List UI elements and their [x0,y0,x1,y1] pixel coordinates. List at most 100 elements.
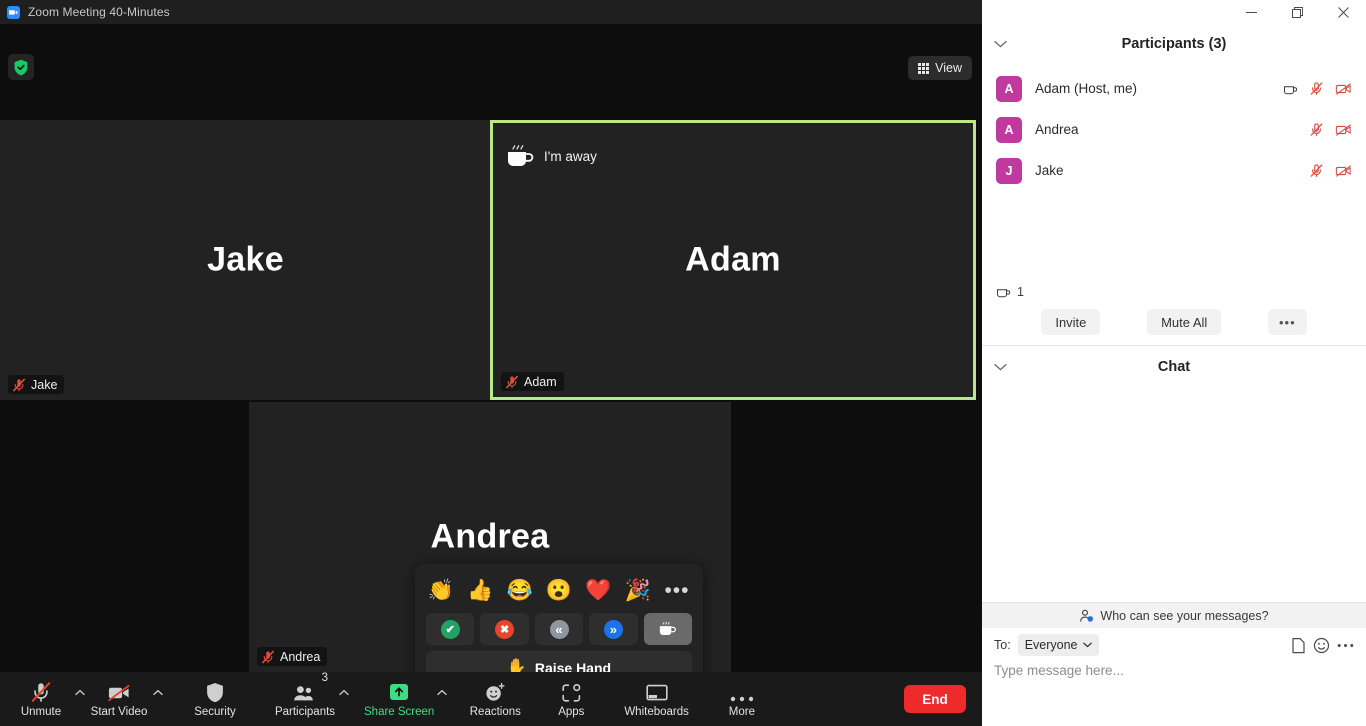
participant-name: Jake [1035,163,1064,178]
grid-view-icon [918,62,930,74]
mute-all-button[interactable]: Mute All [1147,309,1222,335]
minimize-icon [1245,11,1257,13]
chat-input-spacer [982,680,1366,726]
security-status-badge[interactable] [8,54,34,80]
tile-name-label: Andrea [280,649,321,664]
apps-icon [561,681,582,703]
reactions-button[interactable]: Reactions [464,674,526,724]
chat-recipient-row: To: Everyone [982,628,1366,662]
participants-options-caret[interactable] [336,674,352,724]
participants-panel-title: Participants (3) [1121,36,1227,52]
zoom-logo-icon [7,5,20,19]
mic-muted-icon [262,650,274,663]
share-screen-icon [387,681,411,703]
mic-muted-icon [506,375,518,388]
whiteboards-button[interactable]: Whiteboards [624,674,689,724]
participant-row-andrea[interactable]: A Andrea [982,109,1366,150]
participants-list: A Adam (Host, me) A Andrea J Jake [982,64,1366,191]
close-button[interactable] [1320,0,1366,24]
tile-big-name: Jake [207,240,284,279]
video-off-icon [107,681,131,703]
reactions-emoji-row: 👏 👍 😂 😮 ❤️ 🎉 ••• [426,573,692,607]
thumbs-up-emoji[interactable]: 👍 [465,580,495,601]
yes-button[interactable]: ✔ [426,613,475,645]
security-button[interactable]: Security [184,674,246,724]
chat-privacy-note[interactable]: Who can see your messages? [982,602,1366,628]
tile-name-label: Jake [31,377,58,392]
more-reactions-icon[interactable]: ••• [662,580,692,601]
chevron-up-icon [339,689,349,695]
chat-panel-header: Chat [982,346,1366,388]
emoji-picker-icon[interactable] [1313,637,1330,654]
participant-name: Adam (Host, me) [1035,81,1138,96]
invite-label: Invite [1055,314,1087,330]
right-side-panel: Participants (3) A Adam (Host, me) A And… [982,0,1366,726]
video-tile-adam[interactable]: I'm away Adam Adam [490,120,976,400]
coffee-cup-icon [997,289,1011,298]
minimize-button[interactable] [1228,0,1274,24]
chat-message-input[interactable]: Type message here... [982,662,1366,680]
more-button[interactable]: More [711,674,773,724]
participants-panel-header: Participants (3) [982,24,1366,64]
participant-row-adam[interactable]: A Adam (Host, me) [982,68,1366,109]
unmute-label: Unmute [20,705,62,718]
slow-down-button[interactable]: « [534,613,584,645]
reactions-label: Reactions [469,705,521,718]
meeting-toolbar: Unmute Start Video Security 3 Participan… [0,672,982,726]
maximize-button[interactable] [1274,0,1320,24]
participant-status-icons [1309,163,1352,178]
reactions-icon [484,681,506,703]
window-title: Zoom Meeting 40-Minutes [28,5,170,19]
apps-button[interactable]: Apps [540,674,602,724]
chat-recipient-select[interactable]: Everyone [1017,634,1099,656]
tile-name-label: Adam [524,374,557,389]
video-options-caret[interactable] [150,674,166,724]
coffee-cup-icon [508,145,534,166]
unmute-button[interactable]: Unmute [10,674,72,724]
chat-to-label: To: [994,638,1011,652]
start-video-button[interactable]: Start Video [88,674,150,724]
video-tile-jake[interactable]: Jake Jake [0,120,491,400]
avatar: A [996,75,1022,102]
joy-emoji[interactable]: 😂 [505,580,535,601]
tile-name-chip: Andrea [257,647,328,666]
away-status-label: I'm away [544,149,597,164]
file-attach-icon[interactable] [1291,637,1306,654]
participants-button[interactable]: 3 Participants [274,672,336,724]
mic-muted-icon [1310,123,1323,136]
reactions-control-row: ✔ ✖ « » [426,613,693,645]
participant-status-icons [1283,81,1352,96]
party-popper-emoji[interactable]: 🎉 [623,580,653,601]
view-button[interactable]: View [908,56,972,80]
chat-privacy-label: Who can see your messages? [1100,608,1269,623]
chat-input-placeholder: Type message here... [994,663,1124,678]
participant-row-jake[interactable]: J Jake [982,150,1366,191]
maximize-icon [1291,6,1303,18]
tile-big-name: Andrea [430,517,550,556]
invite-button[interactable]: Invite [1041,309,1101,335]
security-label: Security [194,705,236,718]
chat-more-icon[interactable] [1337,643,1354,648]
check-icon: ✔ [440,619,460,639]
speed-up-button[interactable]: » [589,613,638,645]
share-screen-button[interactable]: Share Screen [364,674,434,724]
open-mouth-emoji[interactable]: 😮 [544,580,574,601]
mute-all-label: Mute All [1161,314,1208,330]
apps-label: Apps [558,705,585,718]
tile-big-name: Adam [685,240,781,279]
audio-options-caret[interactable] [72,674,88,724]
clap-emoji[interactable]: 👏 [426,580,456,601]
away-button[interactable] [643,613,693,645]
end-meeting-button[interactable]: End [904,685,966,713]
share-options-caret[interactable] [434,674,450,724]
chevron-up-icon [75,689,85,695]
tile-name-chip: Adam [501,372,564,391]
participants-more-button[interactable]: ••• [1268,309,1307,335]
away-count-value: 1 [1017,285,1024,299]
more-dots-icon [729,681,755,703]
coffee-cup-icon [1284,85,1298,94]
heart-emoji[interactable]: ❤️ [583,580,613,601]
chevron-down-icon[interactable] [994,35,1007,53]
chevron-down-icon[interactable] [994,358,1007,376]
no-button[interactable]: ✖ [480,613,529,645]
